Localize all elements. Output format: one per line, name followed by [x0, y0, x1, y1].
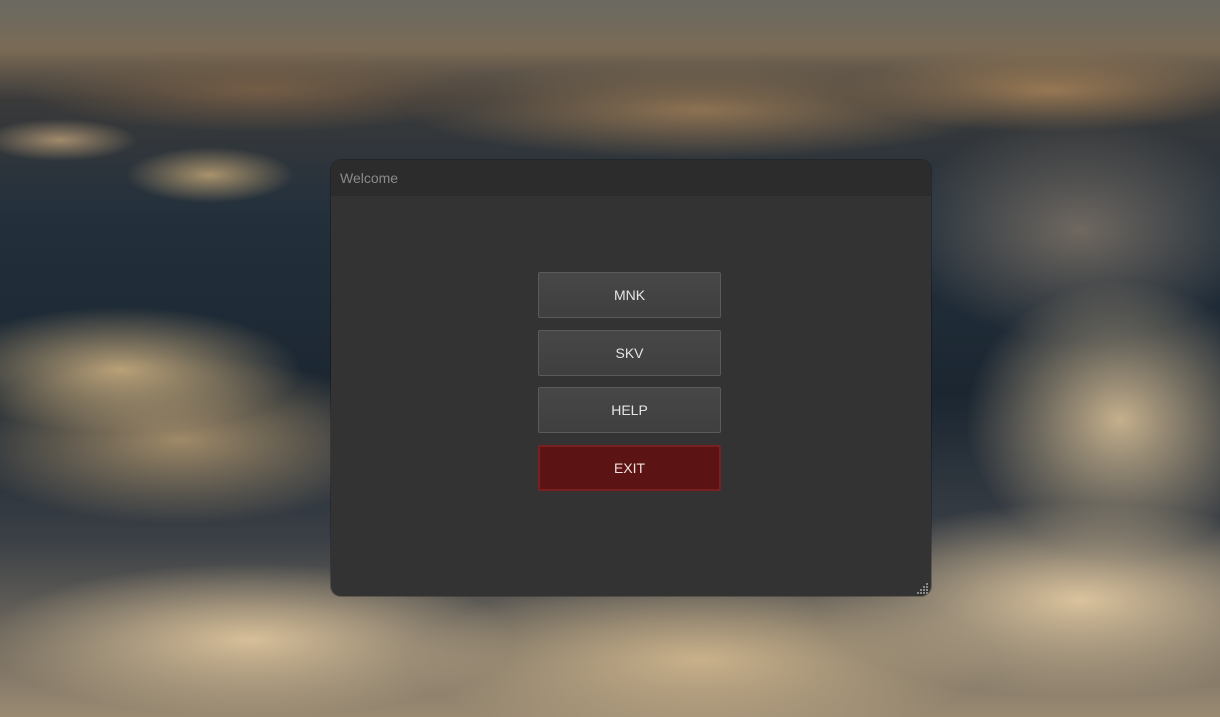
resize-grip-icon[interactable] [917, 582, 929, 594]
window-titlebar[interactable]: Welcome [331, 160, 931, 196]
skv-button[interactable]: SKV [538, 330, 721, 376]
mnk-button[interactable]: MNK [538, 272, 721, 318]
welcome-window: Welcome MNK SKV HELP EXIT [331, 160, 931, 596]
exit-button[interactable]: EXIT [538, 445, 721, 491]
window-title: Welcome [340, 170, 399, 186]
desktop-background: Welcome MNK SKV HELP EXIT [0, 0, 1220, 717]
help-button[interactable]: HELP [538, 387, 721, 433]
